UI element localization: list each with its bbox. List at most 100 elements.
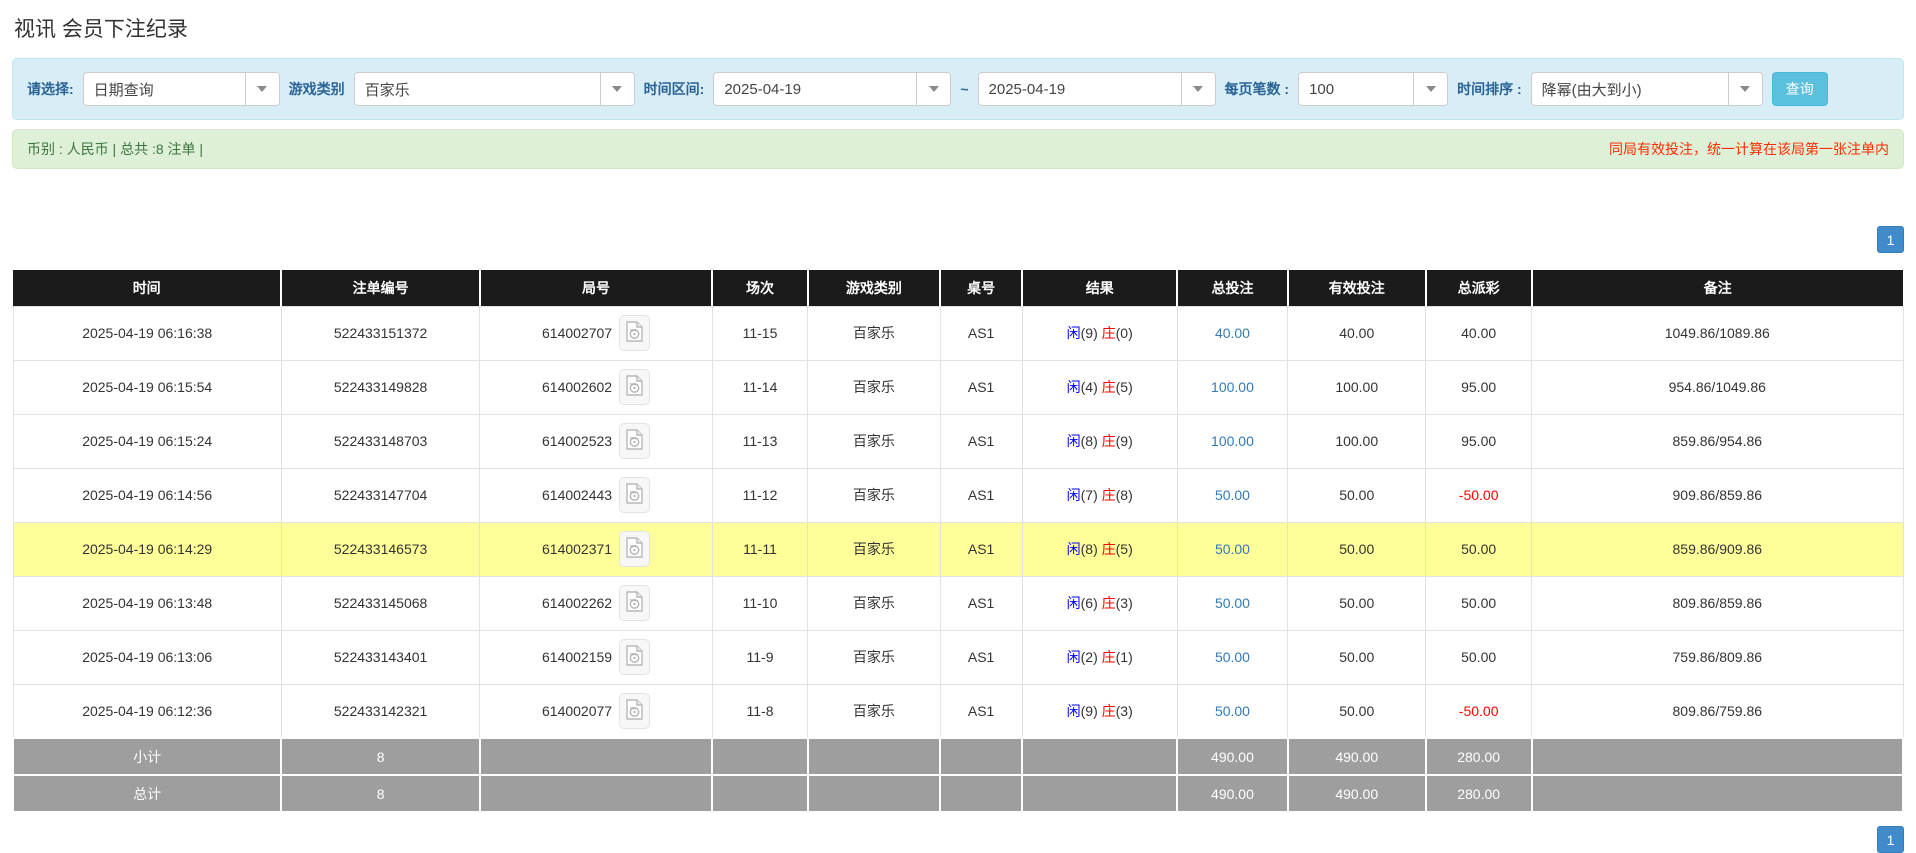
result-banker-score: (9)	[1116, 433, 1133, 449]
footer-payout: 280.00	[1426, 775, 1532, 812]
cell-payout: 50.00	[1426, 630, 1532, 684]
cell-session: 11-15	[712, 306, 807, 360]
cell-valid-bet: 50.00	[1288, 684, 1426, 738]
footer-round	[480, 775, 712, 812]
result-banker-score: (5)	[1116, 379, 1133, 395]
result-player-label: 闲	[1067, 379, 1081, 395]
page-size-label: 每页笔数 :	[1225, 79, 1290, 99]
cell-payout: -50.00	[1426, 468, 1532, 522]
result-player-label: 闲	[1067, 433, 1081, 449]
cell-time: 2025-04-19 06:15:24	[13, 414, 281, 468]
chevron-down-icon[interactable]	[1413, 73, 1447, 105]
total-bet-link[interactable]: 100.00	[1211, 379, 1254, 395]
cell-total-bet: 50.00	[1177, 468, 1288, 522]
total-bet-link[interactable]: 100.00	[1211, 433, 1254, 449]
total-bet-link[interactable]: 50.00	[1215, 595, 1250, 611]
cell-valid-bet: 100.00	[1288, 360, 1426, 414]
result-player-label: 闲	[1067, 595, 1081, 611]
sort-order-value: 降幂(由大到小)	[1532, 73, 1728, 105]
round-number: 614002262	[542, 595, 612, 611]
cell-total-bet: 50.00	[1177, 630, 1288, 684]
result-banker-score: (8)	[1116, 487, 1133, 503]
footer-label: 总计	[13, 775, 281, 812]
query-type-select[interactable]: 日期查询	[83, 72, 280, 106]
sort-order-label: 时间排序 :	[1457, 79, 1522, 99]
round-number: 614002371	[542, 541, 612, 557]
total-bet-link[interactable]: 40.00	[1215, 325, 1250, 341]
video-replay-button[interactable]	[619, 693, 650, 729]
cell-remark: 909.86/859.86	[1532, 468, 1903, 522]
cell-total-bet: 50.00	[1177, 522, 1288, 576]
total-bet-link[interactable]: 50.00	[1215, 649, 1250, 665]
video-replay-button[interactable]	[619, 639, 650, 675]
cell-time: 2025-04-19 06:15:54	[13, 360, 281, 414]
cell-total-bet: 50.00	[1177, 576, 1288, 630]
video-replay-button[interactable]	[619, 369, 650, 405]
footer-label: 小计	[13, 738, 281, 775]
cell-result: 闲(8) 庄(9)	[1022, 414, 1177, 468]
cell-session: 11-10	[712, 576, 807, 630]
video-replay-button[interactable]	[619, 477, 650, 513]
chevron-down-icon[interactable]	[245, 73, 279, 105]
chevron-down-icon[interactable]	[1181, 73, 1215, 105]
cell-game-type: 百家乐	[808, 468, 940, 522]
footer-total-bet: 490.00	[1177, 738, 1288, 775]
result-banker-score: (5)	[1116, 541, 1133, 557]
video-file-icon	[626, 375, 643, 399]
chevron-down-icon[interactable]	[600, 73, 634, 105]
cell-payout: 40.00	[1426, 306, 1532, 360]
footer-table	[940, 738, 1022, 775]
table-row: 2025-04-19 06:14:56522433147704614002443…	[13, 468, 1903, 522]
total-bet-link[interactable]: 50.00	[1215, 487, 1250, 503]
cell-game-type: 百家乐	[808, 684, 940, 738]
footer-valid-bet: 490.00	[1288, 775, 1426, 812]
cell-result: 闲(4) 庄(5)	[1022, 360, 1177, 414]
cell-round-no: 614002602	[480, 360, 712, 414]
total-bet-link[interactable]: 50.00	[1215, 703, 1250, 719]
cell-valid-bet: 40.00	[1288, 306, 1426, 360]
table-row: 2025-04-19 06:14:29522433146573614002371…	[13, 522, 1903, 576]
column-header-2: 注单编号	[281, 270, 479, 306]
query-type-value: 日期查询	[84, 73, 245, 105]
cell-session: 11-12	[712, 468, 807, 522]
result-banker-label: 庄	[1102, 541, 1116, 557]
video-replay-button[interactable]	[619, 423, 650, 459]
chevron-down-icon[interactable]	[1728, 73, 1762, 105]
result-player-score: (8)	[1081, 541, 1102, 557]
video-replay-button[interactable]	[619, 315, 650, 351]
round-number: 614002443	[542, 487, 612, 503]
column-header-8: 总投注	[1177, 270, 1288, 306]
date-from-select[interactable]: 2025-04-19	[713, 72, 951, 106]
table-row: 2025-04-19 06:13:06522433143401614002159…	[13, 630, 1903, 684]
round-number: 614002159	[542, 649, 612, 665]
footer-remark	[1532, 738, 1903, 775]
time-range-label: 时间区间:	[644, 79, 705, 99]
cell-payout: 95.00	[1426, 360, 1532, 414]
page-size-value: 100	[1299, 73, 1413, 105]
footer-result	[1022, 775, 1177, 812]
cell-result: 闲(6) 庄(3)	[1022, 576, 1177, 630]
page-1-button[interactable]: 1	[1877, 826, 1904, 853]
video-replay-button[interactable]	[619, 585, 650, 621]
cell-time: 2025-04-19 06:14:56	[13, 468, 281, 522]
date-to-select[interactable]: 2025-04-19	[978, 72, 1216, 106]
chevron-down-icon[interactable]	[916, 73, 950, 105]
video-file-icon	[626, 537, 643, 561]
footer-round	[480, 738, 712, 775]
video-replay-button[interactable]	[619, 531, 650, 567]
page-1-button[interactable]: 1	[1877, 226, 1904, 253]
page-size-select[interactable]: 100	[1298, 72, 1448, 106]
cell-table-no: AS1	[940, 306, 1022, 360]
result-player-score: (9)	[1081, 703, 1102, 719]
column-header-5: 游戏类别	[808, 270, 940, 306]
video-file-icon	[626, 591, 643, 615]
game-type-select[interactable]: 百家乐	[354, 72, 635, 106]
round-number: 614002523	[542, 433, 612, 449]
sort-order-select[interactable]: 降幂(由大到小)	[1531, 72, 1763, 106]
total-bet-link[interactable]: 50.00	[1215, 541, 1250, 557]
search-button[interactable]: 查询	[1772, 72, 1828, 106]
cell-valid-bet: 50.00	[1288, 468, 1426, 522]
subtotal-row: 小计8490.00490.00280.00	[13, 738, 1903, 775]
video-file-icon	[626, 483, 643, 507]
cell-session: 11-8	[712, 684, 807, 738]
